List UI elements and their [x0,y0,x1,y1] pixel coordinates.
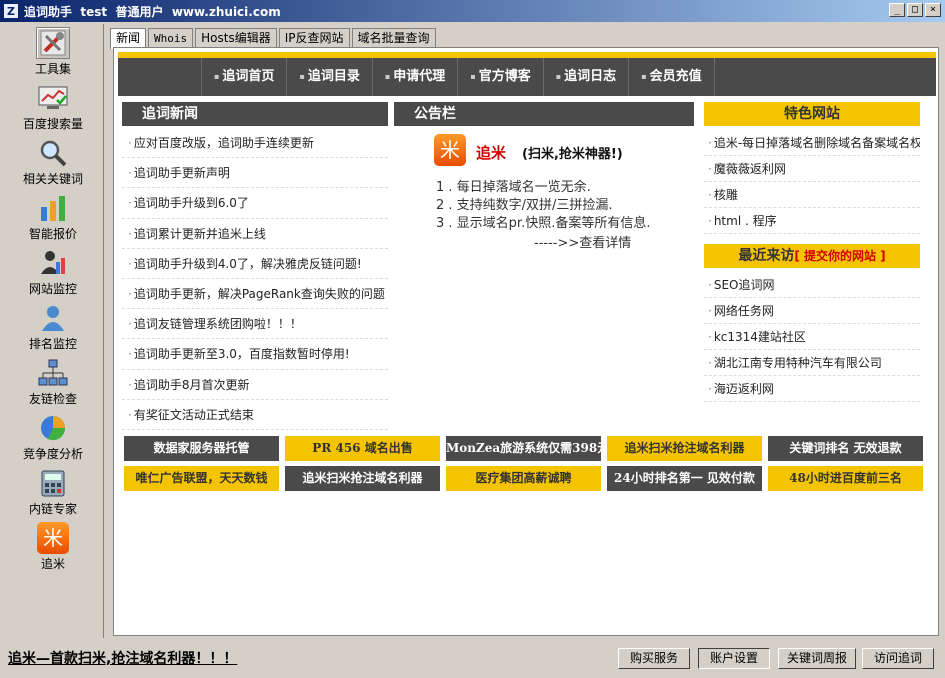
sidebar-item-search-volume[interactable]: 百度搜索量 [3,82,103,137]
window-title: 追词助手 test 普通用户 www.zhuici.com [24,4,281,19]
keyword-weekly-button[interactable]: 关键词周报 [778,648,856,669]
tab-whois[interactable]: Whois [148,28,194,48]
featured-item[interactable]: · html . 程序 [704,208,920,234]
nav-bar: ▪ 追词首页 ▪ 追词目录 ▪ 申请代理 ▪ 官方博客 ▪ 追词日志 ▪ 会员充值 [118,58,936,96]
sidebar-item-competition[interactable]: 竞争度分析 [3,412,103,467]
featured-item[interactable]: · 魔薇薇返利网 [704,156,920,182]
maximize-button[interactable]: □ [907,3,923,17]
sidebar-item-tools[interactable]: 工具集 [3,27,103,82]
app-icon: Z [3,3,19,19]
ad-banner[interactable]: 医疗集团高薪诚聘 [446,466,601,491]
submit-site-link[interactable]: [ 提交你的网站 ] [794,249,885,263]
network-icon [36,357,70,389]
nav-blog[interactable]: ▪ 官方博客 [458,58,544,96]
tab-news[interactable]: 新闻 [110,28,147,49]
ad-banner[interactable]: 48小时进百度前三名 [768,466,923,491]
notice-line: 3 . 显示域名pr.快照.备案等所有信息. [436,216,651,231]
tab-hosts-editor[interactable]: Hosts编辑器 [195,28,277,48]
zhuimi-logo-icon: 米 [434,134,466,166]
featured-list: · 追米-每日掉落域名删除域名备案域名权 · 魔薇薇返利网 · 核雕 · html . … [704,130,920,234]
promo-status-text[interactable]: 追米—首款扫米,抢注域名利器！！！ [8,648,237,668]
tab-bar: 新闻 Whois Hosts编辑器 IP反查网站 域名批量查询 [110,28,438,49]
news-item[interactable]: · 有奖征文活动正式结束 [122,400,388,430]
notice-line: 1 . 每日掉落域名一览无余. [436,180,591,195]
news-item[interactable]: · 应对百度改版，追词助手连续更新 [122,128,388,159]
recent-item[interactable]: · 网络任务网 [704,298,920,324]
recent-title: 最近来访[ 提交你的网站 ] [704,244,920,268]
sidebar-item-smart-quote[interactable]: 智能报价 [3,192,103,247]
news-list: · 应对百度改版，追词助手连续更新 · 追词助手更新声明 · 追词助手升级到6.0了 … [122,128,388,430]
ad-banner[interactable]: 24小时排名第一 见效付款 [607,466,762,491]
nav-directory[interactable]: ▪ 追词目录 [287,58,373,96]
ad-banner[interactable]: 追米扫米抢注域名利器 [285,466,440,491]
sidebar-item-rank-monitor[interactable]: 排名监控 [3,302,103,357]
left-toolbar: 工具集 百度搜索量 相关关键词 智能报价 网站监控 排名监控 友链检查 竞争度分… [3,24,104,638]
news-item[interactable]: · 追词友链管理系统团购啦！！！ [122,309,388,340]
monitor-icon [36,247,70,279]
recent-item[interactable]: · 湖北江南专用特种汽车有限公司 [704,350,920,376]
news-item[interactable]: · 追词助手8月首次更新 [122,370,388,400]
ad-banner[interactable]: 数据家服务器托管 [124,436,279,461]
nav-agent[interactable]: ▪ 申请代理 [373,58,459,96]
close-button[interactable]: × [925,3,941,17]
recent-item[interactable]: · 海迈返利网 [704,376,920,402]
news-page: ▪ 追词首页 ▪ 追词目录 ▪ 申请代理 ▪ 官方博客 ▪ 追词日志 ▪ 会员充值 追词新闻… [113,47,939,636]
news-item[interactable]: · 追词累计更新并追米上线 [122,219,388,249]
news-item[interactable]: · 追词助手升级到4.0了，解决雅虎反链问题! [122,249,388,279]
title-bar: Z 追词助手 test 普通用户 www.zhuici.com _ □ × [0,0,945,22]
recent-item[interactable]: · kc1314建站社区 [704,324,920,350]
user-icon [36,302,70,334]
notice-box[interactable]: 米 追米 (扫米,抢米神器!) 1 . 每日掉落域名一览无余. 2 . 支持纯数… [394,128,694,256]
tools-icon [36,27,70,59]
nav-home[interactable]: ▪ 追词首页 [202,58,288,96]
ad-banner[interactable]: 关键词排名 无效退款 [768,436,923,461]
zhuimi-slogan: (扫米,抢米神器!) [522,147,623,162]
tab-ip-reverse[interactable]: IP反查网站 [278,28,350,48]
pie-chart-icon [36,412,70,444]
visit-zhuici-button[interactable]: 访问追词 [862,648,934,669]
calculator-icon [36,467,70,499]
ad-banner[interactable]: 追米扫米抢注域名利器 [607,436,762,461]
news-item[interactable]: · 追词助手更新至3.0，百度指数暂时停用! [122,339,388,370]
notice-line: 2 . 支持纯数字/双拼/三拼捡漏. [436,198,613,213]
zhuimi-name: 追米 [476,144,507,162]
sidebar-item-related-keywords[interactable]: 相关关键词 [3,137,103,192]
sidebar-item-link-check[interactable]: 友链检查 [3,357,103,412]
magnifier-icon [36,137,70,169]
bar-chart-icon [36,192,70,224]
ad-banner[interactable]: MonZea旅游系统仅需398元 [446,436,601,461]
recent-list: · SEO追词网 · 网络任务网 · kc1314建站社区 · 湖北江南专用特种汽车有限… [704,272,920,402]
news-item[interactable]: · 追词助手更新声明 [122,158,388,189]
nav-log[interactable]: ▪ 追词日志 [544,58,630,96]
notice-more-link[interactable]: ----->>查看详情 [534,232,631,251]
zhuimi-icon: 米 [36,522,70,554]
buy-service-button[interactable]: 购买服务 [618,648,690,669]
search-volume-icon [36,82,70,114]
featured-item[interactable]: · 追米-每日掉落域名删除域名备案域名权 [704,130,920,156]
sidebar-item-zhuimi[interactable]: 米 追米 [3,522,103,577]
notice-title: 公告栏 [394,102,694,126]
news-item[interactable]: · 追词助手更新，解决PageRank查询失败的问题 [122,279,388,310]
ad-banner[interactable]: 唯仁广告联盟，天天数钱 [124,466,279,491]
news-title: 追词新闻 [122,102,388,126]
minimize-button[interactable]: _ [889,3,905,17]
sidebar-item-site-monitor[interactable]: 网站监控 [3,247,103,302]
nav-recharge[interactable]: ▪ 会员充值 [629,58,715,96]
featured-title: 特色网站 [704,102,920,126]
tab-domain-batch[interactable]: 域名批量查询 [351,28,436,48]
recent-item[interactable]: · SEO追词网 [704,272,920,298]
account-settings-button[interactable]: 账户设置 [698,648,770,669]
featured-item[interactable]: · 核雕 [704,182,920,208]
news-item[interactable]: · 追词助手升级到6.0了 [122,188,388,219]
ad-banner[interactable]: PR 456 域名出售 [285,436,440,461]
sidebar-item-internal-link[interactable]: 内链专家 [3,467,103,522]
